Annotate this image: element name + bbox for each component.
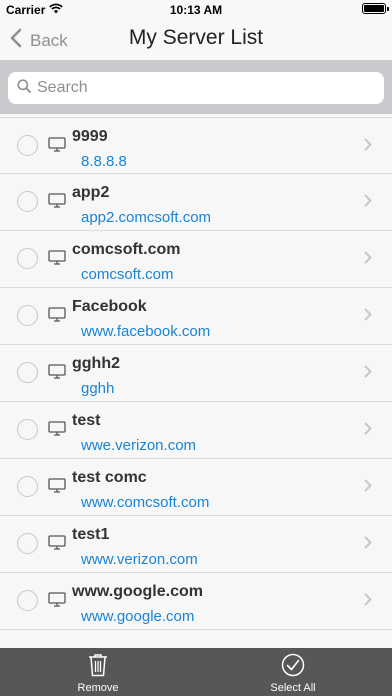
- server-host: wwe.verizon.com: [81, 437, 197, 454]
- server-row[interactable]: test wwe.verizon.com: [0, 402, 392, 459]
- chevron-right-icon: [364, 422, 372, 440]
- trash-icon: [88, 653, 108, 680]
- chevron-right-icon: [364, 536, 372, 554]
- server-row[interactable]: www.google.com www.google.com: [0, 573, 392, 630]
- monitor-icon: [48, 592, 66, 612]
- status-bar: Carrier 10:13 AM: [0, 0, 392, 20]
- chevron-right-icon: [364, 308, 372, 326]
- battery-icon: [362, 3, 389, 14]
- navigation-bar: Back My Server List: [0, 20, 392, 60]
- server-host: comcsoft.com: [81, 266, 174, 283]
- select-radio[interactable]: [17, 135, 38, 156]
- chevron-right-icon: [364, 138, 372, 156]
- monitor-icon: [48, 250, 66, 270]
- server-host: www.verizon.com: [81, 551, 198, 568]
- chevron-right-icon: [364, 479, 372, 497]
- search-input[interactable]: [37, 79, 337, 97]
- select-radio[interactable]: [17, 191, 38, 212]
- server-name: test1: [72, 526, 110, 543]
- server-host: www.facebook.com: [81, 323, 211, 340]
- select-radio[interactable]: [17, 362, 38, 383]
- monitor-icon: [48, 364, 66, 384]
- monitor-icon: [48, 137, 66, 157]
- chevron-right-icon: [364, 194, 372, 212]
- select-all-label: Select All: [270, 682, 316, 694]
- server-name: test comc: [72, 469, 147, 486]
- server-name: app2: [72, 184, 110, 201]
- select-radio[interactable]: [17, 533, 38, 554]
- select-radio[interactable]: [17, 305, 38, 326]
- server-name: 9999: [72, 128, 108, 145]
- monitor-icon: [48, 478, 66, 498]
- server-row[interactable]: test1 www.verizon.com: [0, 516, 392, 573]
- monitor-icon: [48, 193, 66, 213]
- server-name: www.google.com: [72, 583, 203, 600]
- chevron-right-icon: [364, 593, 372, 611]
- server-host: gghh: [81, 380, 115, 397]
- server-host: www.google.com: [81, 608, 195, 625]
- select-radio[interactable]: [17, 590, 38, 611]
- server-row[interactable]: test comc www.comcsoft.com: [0, 459, 392, 516]
- select-all-button[interactable]: Select All: [248, 653, 338, 694]
- monitor-icon: [48, 307, 66, 327]
- monitor-icon: [48, 535, 66, 555]
- server-host: www.comcsoft.com: [81, 494, 210, 511]
- select-radio[interactable]: [17, 476, 38, 497]
- remove-label: Remove: [77, 682, 119, 694]
- server-row[interactable]: 9999 8.8.8.8: [0, 117, 392, 174]
- server-row[interactable]: Facebook www.facebook.com: [0, 288, 392, 345]
- chevron-right-icon: [364, 251, 372, 269]
- server-host: app2.comcsoft.com: [81, 209, 212, 226]
- select-radio[interactable]: [17, 248, 38, 269]
- chevron-right-icon: [364, 365, 372, 383]
- server-name: Facebook: [72, 298, 147, 315]
- search-icon: [17, 78, 31, 98]
- page-title: My Server List: [128, 26, 264, 49]
- remove-button[interactable]: Remove: [53, 653, 143, 694]
- search-field-container[interactable]: [8, 72, 384, 104]
- select-radio[interactable]: [17, 419, 38, 440]
- checkmark-circle-icon: [281, 653, 305, 680]
- bottom-toolbar: Remove Select All: [0, 648, 392, 696]
- search-bar: [0, 60, 392, 114]
- server-name: test: [72, 412, 101, 429]
- server-row[interactable]: gghh2 gghh: [0, 345, 392, 402]
- server-row[interactable]: comcsoft.com comcsoft.com: [0, 231, 392, 288]
- server-row[interactable]: app2 app2.comcsoft.com: [0, 174, 392, 231]
- monitor-icon: [48, 421, 66, 441]
- server-name: gghh2: [72, 355, 120, 372]
- server-host: 8.8.8.8: [81, 153, 127, 170]
- status-time: 10:13 AM: [169, 3, 223, 17]
- server-name: comcsoft.com: [72, 241, 181, 258]
- server-list: 9999 8.8.8.8 app2 app2.comcsoft.com comc…: [0, 114, 392, 630]
